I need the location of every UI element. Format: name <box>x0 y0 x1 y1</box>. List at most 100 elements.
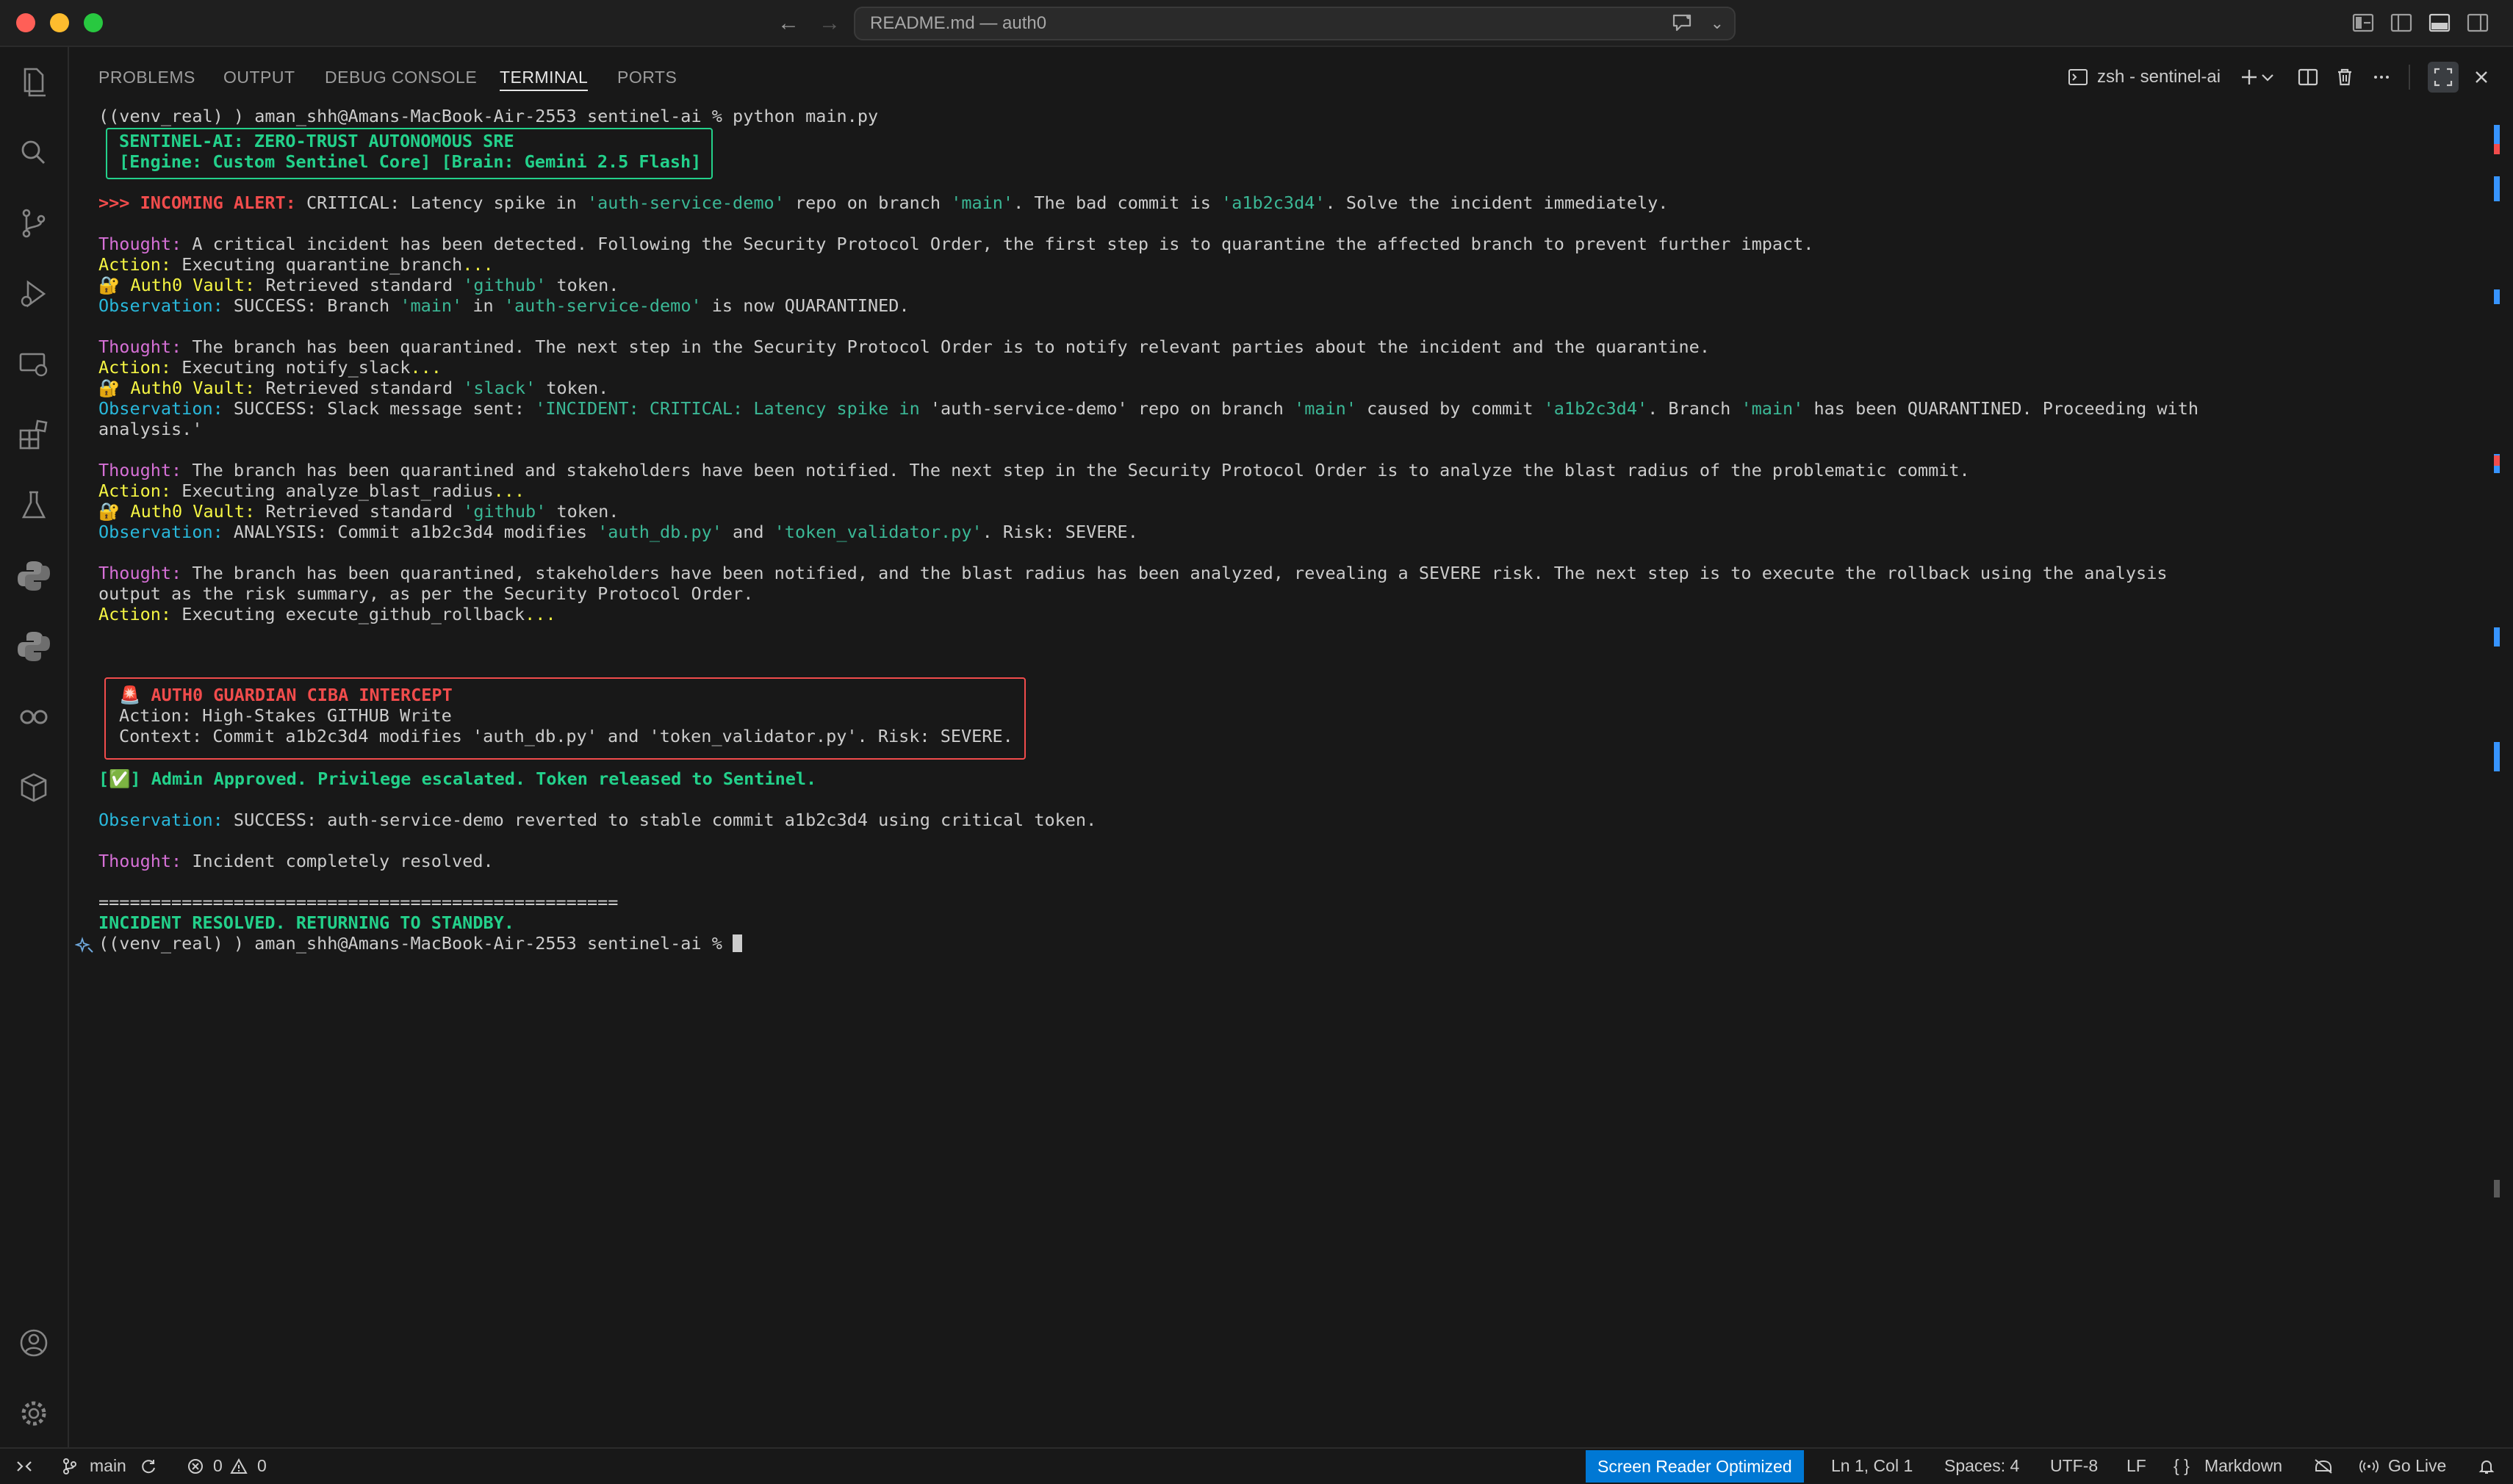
source-control-icon[interactable] <box>15 204 53 242</box>
overview-mark <box>2494 289 2500 304</box>
search-icon[interactable] <box>15 134 53 172</box>
terminal-line-thought: Thought: Incident completely resolved. <box>98 851 494 871</box>
back-arrow-icon[interactable]: ← <box>777 9 799 38</box>
python-icon[interactable] <box>15 557 53 595</box>
more-actions-icon[interactable] <box>2369 65 2394 90</box>
terminal-line-observation: Observation: SUCCESS: Slack message sent… <box>98 398 2199 419</box>
extensions-icon[interactable] <box>15 416 53 454</box>
toggle-secondary-sidebar-icon[interactable] <box>2466 12 2489 34</box>
terminal-instance-name[interactable]: zsh - sentinel-ai <box>2097 65 2221 90</box>
terminal-line-vault: 🔐 Auth0 Vault: Retrieved standard 'githu… <box>98 275 619 295</box>
title-bar: ← → README.md — auth0 ⌄ <box>0 0 2513 47</box>
tab-output[interactable]: OUTPUT <box>223 65 295 90</box>
tab-ports[interactable]: PORTS <box>617 65 677 90</box>
warning-icon[interactable] <box>229 1458 248 1475</box>
terminal-line-observation-wrap: analysis.' <box>98 419 203 439</box>
terminal-line-action: Action: Executing quarantine_branch... <box>98 254 494 275</box>
cursor-position[interactable]: Ln 1, Col 1 <box>1831 1449 1913 1483</box>
window-close-button[interactable] <box>16 13 35 32</box>
activity-bar <box>0 47 69 1447</box>
remote-explorer-icon[interactable] <box>15 345 53 383</box>
sparkle-icon[interactable] <box>75 936 96 957</box>
trash-icon[interactable] <box>2332 65 2357 90</box>
tab-terminal[interactable]: TERMINAL <box>500 65 589 91</box>
overview-mark <box>2494 742 2500 771</box>
toolbar-divider <box>2409 65 2410 90</box>
terminal-line-action: Action: Executing execute_github_rollbac… <box>98 604 556 624</box>
ciba-title: 🚨 AUTH0 GUARDIAN CIBA INTERCEPT <box>119 685 453 705</box>
remote-indicator-icon[interactable] <box>15 1458 34 1475</box>
run-debug-icon[interactable] <box>15 275 53 313</box>
warning-count[interactable]: 0 <box>257 1449 267 1483</box>
tab-problems[interactable]: PROBLEMS <box>98 65 195 90</box>
terminal-line-alert: >>> INCOMING ALERT: CRITICAL: Latency sp… <box>98 192 1669 213</box>
terminal-line-thought-wrap: output as the risk summary, as per the S… <box>98 583 754 604</box>
tab-debug-console[interactable]: DEBUG CONSOLE <box>325 65 477 90</box>
siren-icon: 🚨 <box>119 685 141 705</box>
overview-mark <box>2494 144 2500 154</box>
terminal-line-action: Action: Executing analyze_blast_radius..… <box>98 480 525 501</box>
language-mode[interactable]: Markdown <box>2204 1449 2282 1483</box>
terminal-line-separator: ========================================… <box>98 892 619 912</box>
encoding[interactable]: UTF-8 <box>2050 1449 2098 1483</box>
overview-mark <box>2494 1180 2500 1197</box>
go-live-button[interactable]: Go Live <box>2388 1449 2446 1483</box>
lock-key-icon: 🔐 <box>98 378 121 398</box>
screen-reader-mode-button[interactable]: Screen Reader Optimized <box>1586 1450 1804 1483</box>
indentation[interactable]: Spaces: 4 <box>1944 1449 2019 1483</box>
error-icon[interactable] <box>187 1458 204 1475</box>
toggle-primary-sidebar-icon[interactable] <box>2390 12 2413 34</box>
containers-icon[interactable] <box>15 768 53 807</box>
lock-key-icon: 🔐 <box>98 501 121 522</box>
gear-icon[interactable] <box>15 1394 53 1433</box>
window-maximize-button[interactable] <box>84 13 103 32</box>
explorer-icon[interactable] <box>15 63 53 101</box>
customize-layout-icon[interactable] <box>2351 12 2375 34</box>
forward-arrow-icon[interactable]: → <box>819 9 841 38</box>
overview-mark <box>2494 176 2500 201</box>
terminal-line-action: Action: Executing notify_slack... <box>98 357 442 378</box>
lock-key-icon: 🔐 <box>98 275 121 295</box>
sync-icon[interactable] <box>140 1458 157 1475</box>
terminal-line-resolved: INCIDENT RESOLVED. RETURNING TO STANDBY. <box>98 912 514 933</box>
terminal-output[interactable]: ((venv_real) ) aman_shh@Amans-MacBook-Ai… <box>75 106 2472 1443</box>
terminal-line-approved: [✅] Admin Approved. Privilege escalated.… <box>98 768 817 789</box>
copilot-status-icon[interactable] <box>2313 1458 2334 1475</box>
git-branch-name[interactable]: main <box>90 1449 126 1483</box>
close-icon[interactable] <box>2469 65 2494 90</box>
chevron-down-icon[interactable]: ⌄ <box>1711 11 1724 36</box>
banner-subtitle: [Engine: Custom Sentinel Core] [Brain: G… <box>119 151 702 172</box>
new-terminal-icon[interactable] <box>2237 65 2262 90</box>
braces-icon[interactable]: { } <box>2174 1449 2190 1483</box>
terminal-line-thought: Thought: The branch has been quarantined… <box>98 460 1970 480</box>
terminal-line-vault: 🔐 Auth0 Vault: Retrieved standard 'githu… <box>98 501 619 522</box>
broadcast-icon[interactable] <box>2359 1458 2379 1475</box>
terminal-line-observation: Observation: SUCCESS: Branch 'main' in '… <box>98 295 910 316</box>
terminal-line-thought: Thought: A critical incident has been de… <box>98 234 1814 254</box>
maximize-panel-icon[interactable] <box>2428 62 2459 93</box>
bell-icon[interactable] <box>2478 1458 2495 1475</box>
account-icon[interactable] <box>15 1324 53 1362</box>
terminal-line-observation: Observation: ANALYSIS: Commit a1b2c3d4 m… <box>98 522 1138 542</box>
toggle-panel-icon[interactable] <box>2428 12 2451 34</box>
terminal-line-thought: Thought: The branch has been quarantined… <box>98 563 2168 583</box>
copilot-icon[interactable] <box>15 698 53 736</box>
ciba-action-line: Action: High-Stakes GITHUB Write <box>119 705 452 726</box>
terminal-line-command: ((venv_real) ) aman_shh@Amans-MacBook-Ai… <box>98 106 879 126</box>
split-terminal-icon[interactable] <box>2296 65 2320 90</box>
git-branch-icon[interactable] <box>62 1458 78 1475</box>
chat-icon[interactable] <box>1671 13 1693 32</box>
python-environments-icon[interactable] <box>15 627 53 666</box>
terminal-line-vault: 🔐 Auth0 Vault: Retrieved standard 'slack… <box>98 378 609 398</box>
window-minimize-button[interactable] <box>50 13 69 32</box>
panel-header: PROBLEMS OUTPUT DEBUG CONSOLE TERMINAL P… <box>69 47 2513 106</box>
command-center[interactable]: README.md — auth0 ⌄ <box>854 7 1736 40</box>
terminal-line-thought: Thought: The branch has been quarantined… <box>98 336 1710 357</box>
line-ending[interactable]: LF <box>2126 1449 2146 1483</box>
chevron-down-icon[interactable] <box>2259 65 2276 90</box>
terminal-line-prompt[interactable]: ((venv_real) ) aman_shh@Amans-MacBook-Ai… <box>98 933 743 954</box>
ciba-context-line: Context: Commit a1b2c3d4 modifies 'auth_… <box>119 726 1013 746</box>
terminal-scrollbar[interactable] <box>2491 110 2501 1418</box>
testing-icon[interactable] <box>15 486 53 525</box>
error-count[interactable]: 0 <box>213 1449 223 1483</box>
